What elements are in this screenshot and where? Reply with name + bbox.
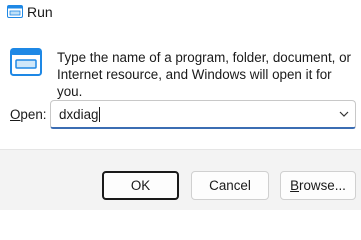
- description-text: Type the name of a program, folder, docu…: [57, 50, 352, 99]
- text-caret: [99, 107, 101, 122]
- browse-label-rest: rowse...: [299, 178, 346, 193]
- title-bar: Run: [0, 0, 361, 24]
- open-label: Open:: [10, 107, 46, 123]
- window-title: Run: [27, 4, 53, 20]
- browse-access-key: B: [290, 178, 300, 193]
- chevron-down-icon[interactable]: [339, 109, 349, 119]
- open-input[interactable]: dxdiag: [59, 106, 101, 123]
- open-input-value: dxdiag: [59, 107, 99, 122]
- run-dialog: Run Type the name of a program, folder, …: [0, 0, 361, 210]
- open-label-rest: pen:: [20, 107, 47, 122]
- ok-button[interactable]: OK: [102, 171, 179, 200]
- cancel-button[interactable]: Cancel: [191, 171, 269, 200]
- run-icon: [10, 48, 42, 76]
- browse-button[interactable]: Browse...: [280, 171, 356, 200]
- open-label-access-key: O: [10, 107, 21, 122]
- open-combobox[interactable]: dxdiag: [50, 100, 356, 129]
- run-icon: [7, 5, 23, 18]
